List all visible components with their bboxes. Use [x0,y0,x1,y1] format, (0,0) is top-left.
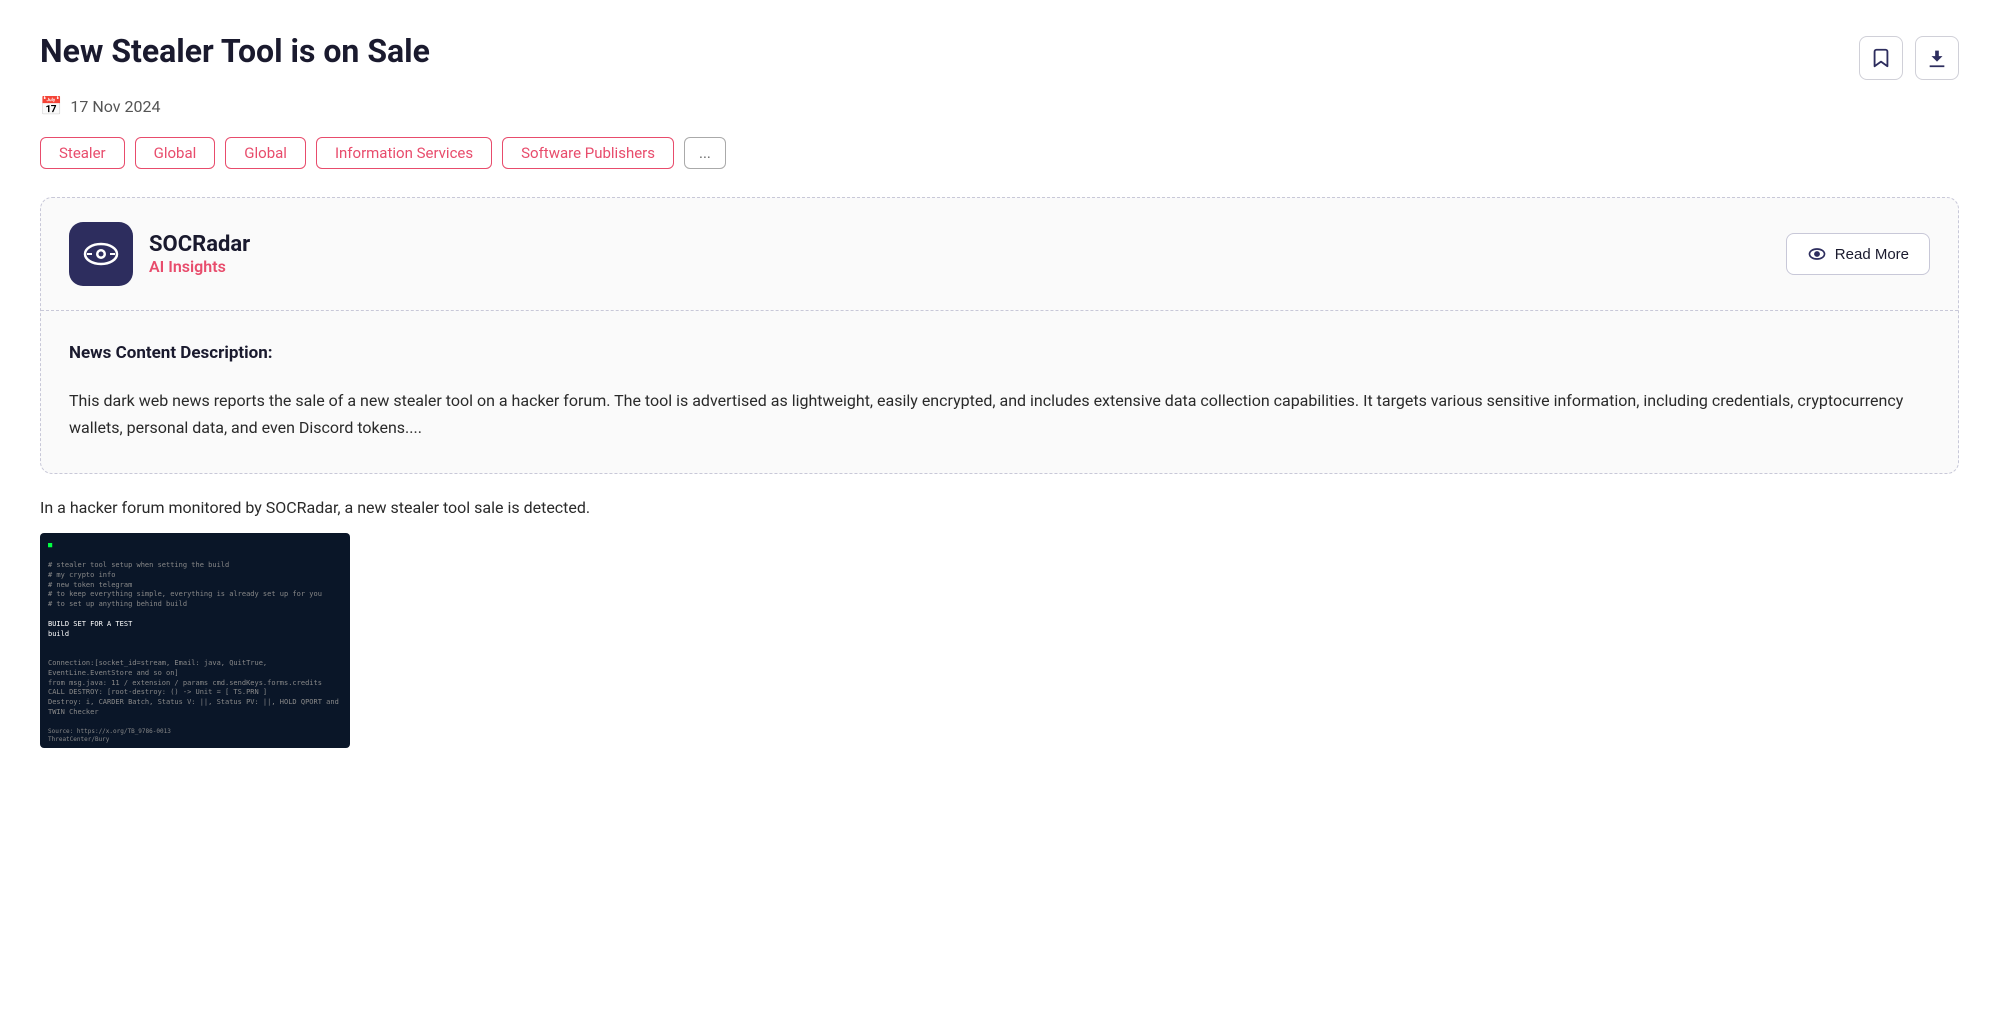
tag-more[interactable]: ... [684,137,726,169]
terminal-screenshot: ■ # stealer tool setup when setting the … [40,533,350,748]
date-text: 17 Nov 2024 [70,97,160,116]
tag-software-publishers[interactable]: Software Publishers [502,137,674,169]
brand-text: SOCRadar AI Insights [149,232,250,276]
page-container: New Stealer Tool is on Sale 📅 17 Nov 202… [0,0,1999,1012]
brand-name: SOCRadar [149,232,250,257]
content-label: News Content Description: [69,343,1930,363]
tag-global-1[interactable]: Global [135,137,216,169]
ai-card-body: News Content Description: This dark web … [41,311,1958,473]
content-text: This dark web news reports the sale of a… [69,387,1930,441]
terminal-content: ■ # stealer tool setup when setting the … [40,533,350,748]
header-row: New Stealer Tool is on Sale [40,32,1959,80]
download-button[interactable] [1915,36,1959,80]
read-more-label: Read More [1835,246,1909,263]
ai-card-header: SOCRadar AI Insights Read More [41,198,1958,311]
page-title: New Stealer Tool is on Sale [40,32,430,70]
ai-brand: SOCRadar AI Insights [69,222,250,286]
tags-row: Stealer Global Global Information Servic… [40,137,1959,169]
brand-subtitle: AI Insights [149,257,250,276]
tag-information-services[interactable]: Information Services [316,137,492,169]
header-actions [1859,32,1959,80]
read-more-button[interactable]: Read More [1786,233,1930,275]
calendar-icon: 📅 [40,96,62,117]
tag-global-2[interactable]: Global [225,137,306,169]
subtitle-text: In a hacker forum monitored by SOCRadar,… [40,498,1959,517]
socradar-logo [69,222,133,286]
bookmark-button[interactable] [1859,36,1903,80]
tag-stealer[interactable]: Stealer [40,137,125,169]
date-row: 📅 17 Nov 2024 [40,96,1959,117]
ai-insights-card: SOCRadar AI Insights Read More News Cont… [40,197,1959,474]
